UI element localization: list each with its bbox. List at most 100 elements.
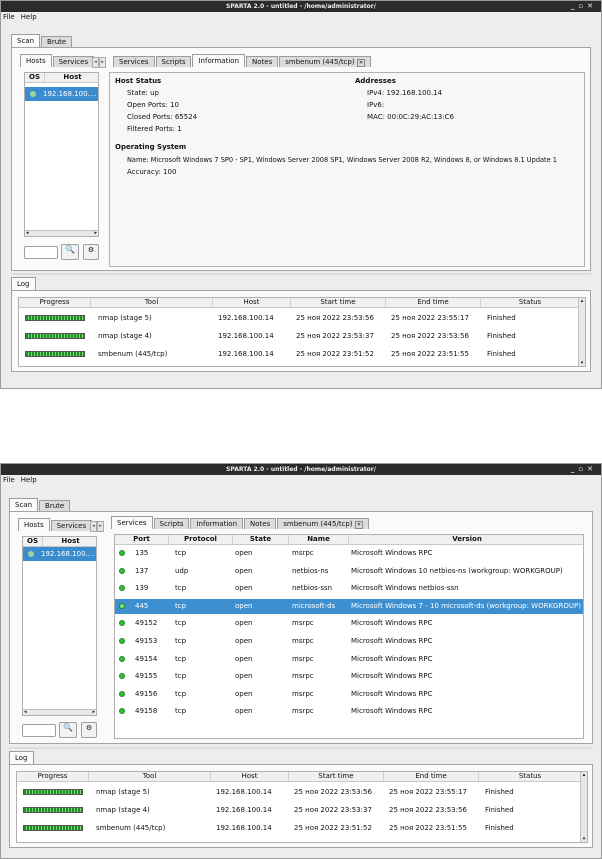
col-name[interactable]: Name [289,535,349,544]
service-cell-version: Microsoft Windows netbios-ssn [351,584,459,593]
window-title-2: SPARTA 2.0 - untitled - /home/administra… [226,466,376,473]
log-row[interactable]: smbenum (445/tcp) 192.168.100.14 25 ноя 20… [17,822,580,834]
tab-smbenum[interactable]: smbenum (445/tcp) ✕ [279,56,372,67]
service-row[interactable]: 49155 tcp open msrpc Microsoft Windows RPC [115,669,583,684]
service-row[interactable]: 49158 tcp open msrpc Microsoft Windows RPC [115,704,583,719]
scroll-right-icon[interactable]: ▸ [94,230,97,236]
scroll-up-icon[interactable]: ▴ [581,772,587,778]
service-row[interactable]: 49152 tcp open msrpc Microsoft Windows RPC [115,616,583,631]
scroll-up-icon[interactable]: ▴ [579,298,585,304]
hosts-hscrollbar[interactable]: ◂ ▸ [25,230,98,236]
scroll-left-icon[interactable]: ◂ [26,230,29,236]
close-icon[interactable]: ✕ [587,2,597,10]
log-col-progress[interactable]: Progress [19,298,91,307]
menu-help[interactable]: Help [21,476,37,484]
col-host[interactable]: Host [45,73,98,82]
tab-log[interactable]: Log [11,277,36,290]
log-col-tool[interactable]: Tool [89,772,211,781]
tab-scan[interactable]: Scan [9,498,39,511]
chevron-left-icon[interactable]: ◂ [92,57,99,68]
tab-information[interactable]: Information [190,518,244,529]
log-col-host[interactable]: Host [213,298,291,307]
tab-scripts[interactable]: Scripts [153,518,190,529]
tab-services[interactable]: Services [111,516,153,529]
tab-brute[interactable]: Brute [41,36,73,47]
service-row[interactable]: 137 udp open netbios-ns Microsoft Windows 10… [115,564,583,579]
log-col-end[interactable]: End time [384,772,479,781]
menu-file[interactable]: File [3,476,15,484]
service-row[interactable]: 49153 tcp open msrpc Microsoft Windows RPC [115,634,583,649]
close-tab-icon[interactable]: ✕ [356,59,366,67]
search-button[interactable]: 🔍 [61,244,79,260]
tab-hosts[interactable]: Hosts [20,54,52,67]
maximize-icon[interactable]: ▫ [578,465,587,473]
tab-brute[interactable]: Brute [39,500,71,511]
tab-hosts[interactable]: Hosts [18,518,50,531]
tab-services-left[interactable]: Services [52,56,95,67]
menu-help[interactable]: Help [21,13,37,21]
log-row[interactable]: nmap (stage 5) 192.168.100.14 25 ноя 2022 … [17,786,580,798]
log-row[interactable]: smbenum (445/tcp) 192.168.100.14 25 ноя 20… [19,348,578,360]
host-search-input[interactable] [24,246,58,259]
panel-splitter[interactable] [11,273,591,275]
maximize-icon[interactable]: ▫ [578,2,587,10]
service-row[interactable]: 445 tcp open microsoft-ds Microsoft Windows … [115,598,583,614]
add-host-button-2[interactable]: ⚙ [81,722,97,738]
menu-file[interactable]: File [3,13,15,21]
col-state[interactable]: State [233,535,289,544]
col-protocol[interactable]: Protocol [169,535,233,544]
chevron-right-icon[interactable]: ▸ [97,521,104,532]
service-row[interactable]: 139 tcp open netbios-ssn Microsoft Windows n… [115,581,583,596]
log-col-end[interactable]: End time [386,298,481,307]
tab-services[interactable]: Services [113,56,155,67]
tab-information[interactable]: Information [192,54,246,67]
title-bar-2[interactable]: SPARTA 2.0 - untitled - /home/administra… [1,464,601,475]
log-col-start[interactable]: Start time [289,772,384,781]
tab-notes[interactable]: Notes [244,518,277,529]
scroll-right-icon[interactable]: ▸ [92,709,95,715]
add-host-button[interactable]: ⚙ [83,244,99,260]
log-vscrollbar[interactable]: ▴ ▾ [578,298,585,366]
col-port[interactable]: Port [115,535,169,544]
log-row[interactable]: nmap (stage 4) 192.168.100.14 25 ноя 2022 … [17,804,580,816]
scroll-down-icon[interactable]: ▾ [581,836,587,842]
tab-scripts[interactable]: Scripts [155,56,192,67]
port-open-icon [119,550,125,556]
hosts-hscrollbar-2[interactable]: ◂ ▸ [23,709,96,715]
col-os[interactable]: OS [23,537,43,546]
log-vscrollbar-2[interactable]: ▴ ▾ [580,772,587,842]
host-search-input-2[interactable] [22,724,56,737]
search-button-2[interactable]: 🔍 [59,722,77,738]
log-col-start[interactable]: Start time [291,298,386,307]
host-row-selected[interactable]: 192.168.100.... [23,547,96,561]
col-os[interactable]: OS [25,73,45,82]
log-col-tool[interactable]: Tool [91,298,213,307]
service-row[interactable]: 49154 tcp open msrpc Microsoft Windows RPC [115,652,583,667]
scroll-down-icon[interactable]: ▾ [579,360,585,366]
log-col-progress[interactable]: Progress [17,772,89,781]
chevron-right-icon[interactable]: ▸ [99,57,106,68]
title-bar[interactable]: SPARTA 2.0 - untitled - /home/administra… [1,1,601,12]
col-version[interactable]: Version [349,535,583,544]
col-host[interactable]: Host [43,537,96,546]
panel-splitter-2[interactable] [9,747,593,749]
tab-services-left[interactable]: Services [50,520,93,531]
close-tab-icon[interactable]: ✕ [354,521,364,529]
log-col-status[interactable]: Status [481,298,579,307]
tab-scroll-arrows[interactable]: ◂ ▸ [92,57,106,68]
log-col-status[interactable]: Status [479,772,581,781]
tab-scroll-arrows-2[interactable]: ◂ ▸ [90,521,104,532]
service-row[interactable]: 135 tcp open msrpc Microsoft Windows RPC [115,546,583,561]
close-icon[interactable]: ✕ [587,465,597,473]
tab-scan[interactable]: Scan [11,34,41,47]
tab-smbenum[interactable]: smbenum (445/tcp) ✕ [277,518,370,529]
host-row-selected[interactable]: 192.168.100.... [25,87,98,101]
log-col-host[interactable]: Host [211,772,289,781]
log-row[interactable]: nmap (stage 4) 192.168.100.14 25 ноя 2022 … [19,330,578,342]
service-row[interactable]: 49156 tcp open msrpc Microsoft Windows RPC [115,687,583,702]
tab-log[interactable]: Log [9,751,34,764]
scroll-left-icon[interactable]: ◂ [24,709,27,715]
tab-notes[interactable]: Notes [246,56,279,67]
chevron-left-icon[interactable]: ◂ [90,521,97,532]
log-row[interactable]: nmap (stage 5) 192.168.100.14 25 ноя 2022 … [19,312,578,324]
